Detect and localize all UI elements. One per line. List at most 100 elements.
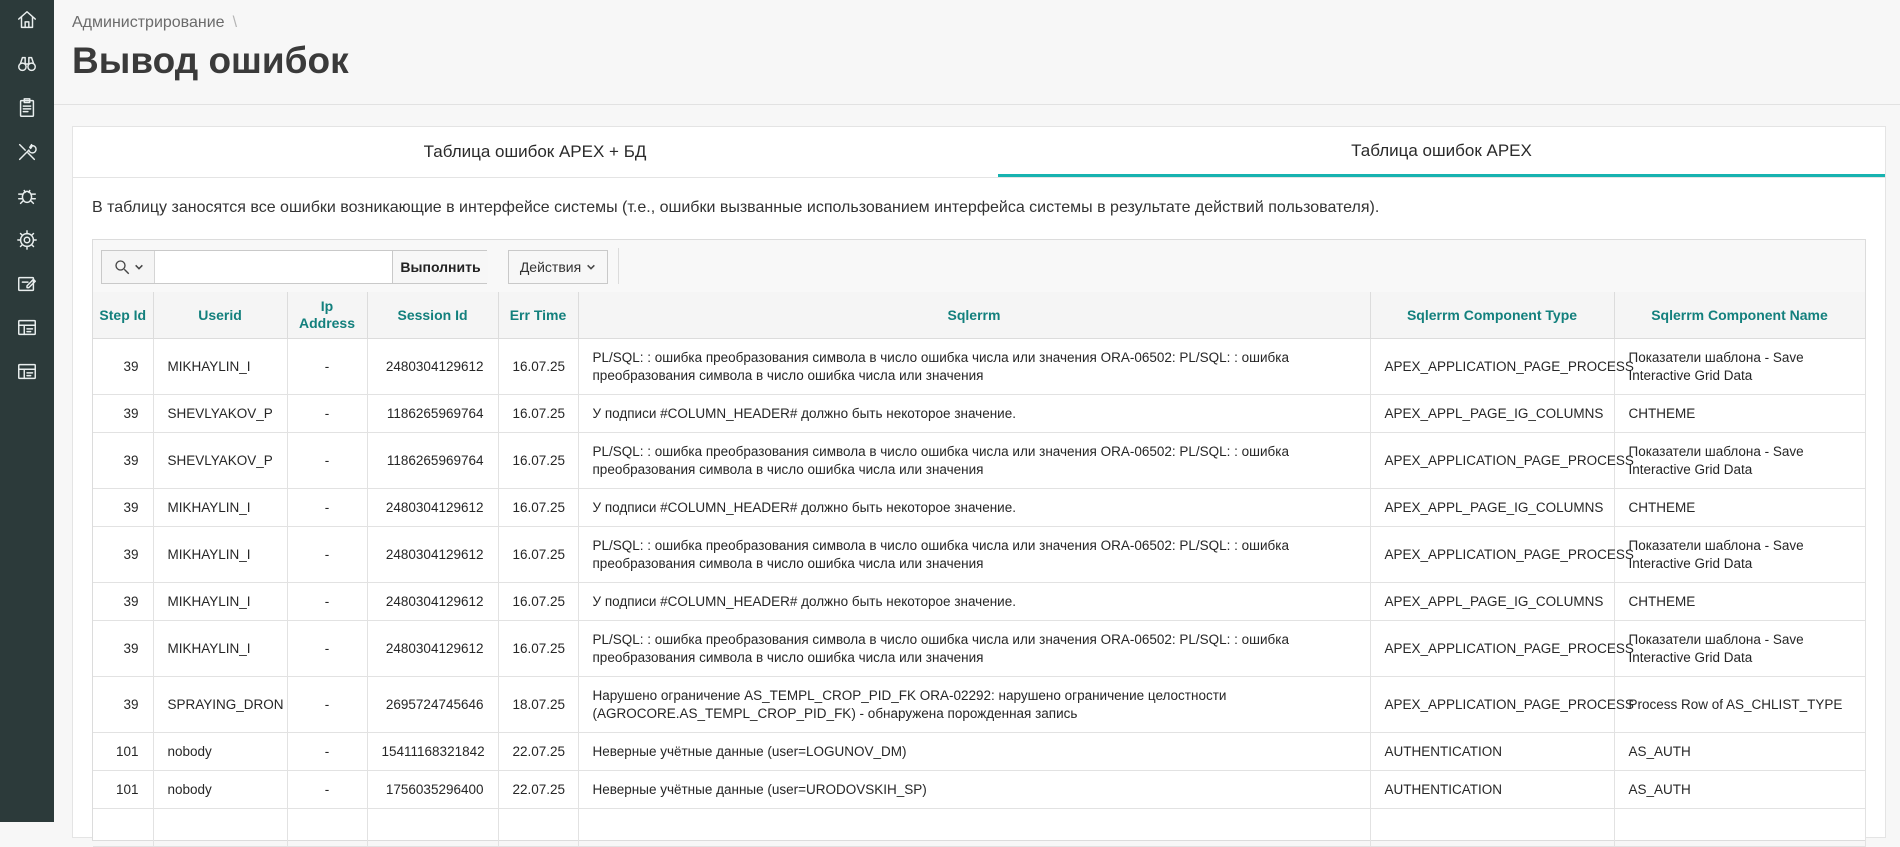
chevron-down-icon [587, 264, 596, 270]
search-input[interactable] [155, 251, 391, 283]
column-header-ip-address[interactable]: Ip Address [287, 292, 368, 339]
cell-sqlerrm: У подписи #COLUMN_HEADER# должно быть не… [578, 582, 1371, 621]
cell-sqlerrm: У подписи #COLUMN_HEADER# должно быть не… [578, 488, 1371, 527]
table-row: 39 SHEVLYAKOV_P - 1186265969764 16.07.25… [93, 394, 1866, 433]
table-row: 39 MIKHAYLIN_I - 2480304129612 16.07.25 … [93, 620, 1866, 677]
region-tabs: Таблица ошибок APEX + БД Таблица ошибок … [73, 127, 1885, 178]
column-header-userid[interactable]: Userid [153, 292, 288, 339]
actions-menu-button[interactable]: Действия [508, 250, 608, 284]
cell-ip-address: - [287, 488, 368, 527]
column-header-component-name[interactable]: Sqlerrm Component Name [1614, 292, 1866, 339]
cell-session-id [367, 808, 499, 847]
cell-err-time [498, 808, 579, 847]
nav-errors[interactable] [0, 174, 54, 218]
go-button[interactable]: Выполнить [392, 251, 488, 283]
tab-apex-db-errors[interactable]: Таблица ошибок APEX + БД [73, 127, 997, 177]
cell-ip-address: - [287, 526, 368, 583]
cell-userid: MIKHAYLIN_I [153, 526, 288, 583]
cell-component-type: AUTHENTICATION [1370, 770, 1615, 809]
column-header-sqlerrm[interactable]: Sqlerrm [578, 292, 1371, 339]
cell-sqlerrm: PL/SQL: : ошибка преобразования символа … [578, 432, 1371, 489]
tab-apex-errors[interactable]: Таблица ошибок APEX [998, 127, 1885, 177]
table-row: 101 nobody - 15411168321842 22.07.25 Нев… [93, 732, 1866, 771]
cell-component-name: Показатели шаблона - Save Interactive Gr… [1614, 526, 1866, 583]
cell-component-type: APEX_APPLICATION_PAGE_PROCESS [1370, 676, 1634, 733]
breadcrumb-separator: \ [232, 14, 238, 31]
table-row: 39 MIKHAYLIN_I - 2480304129612 16.07.25 … [93, 338, 1866, 395]
interactive-report: Выполнить Действия Step Id Userid Ip Add… [92, 239, 1866, 847]
bug-icon [18, 189, 36, 205]
column-header-step-id[interactable]: Step Id [93, 292, 154, 339]
cell-step-id: 39 [93, 432, 154, 489]
cell-sqlerrm: Неверные учётные данные (user=URODOVSKIH… [578, 770, 1371, 809]
cell-err-time: 16.07.25 [498, 620, 579, 677]
cell-err-time: 18.07.25 [498, 676, 579, 733]
cell-component-type: APEX_APPLICATION_PAGE_PROCESS [1370, 432, 1634, 489]
cell-component-type: APEX_APPLICATION_PAGE_PROCESS [1370, 338, 1634, 395]
cell-session-id: 2480304129612 [367, 582, 499, 621]
cell-sqlerrm [578, 808, 1371, 847]
cell-session-id: 1186265969764 [367, 432, 499, 489]
cell-sqlerrm: У подписи #COLUMN_HEADER# должно быть не… [578, 394, 1371, 433]
nav-forms[interactable] [0, 262, 54, 306]
nav-home[interactable] [0, 0, 54, 42]
cell-ip-address: - [287, 582, 368, 621]
table-row [93, 808, 1866, 847]
nav-tasks[interactable] [0, 86, 54, 130]
column-header-err-time[interactable]: Err Time [498, 292, 579, 339]
breadcrumb-item[interactable]: Администрирование [72, 14, 225, 31]
cell-err-time: 22.07.25 [498, 732, 579, 771]
cell-step-id [93, 808, 154, 847]
report-alt-icon [18, 363, 36, 380]
cell-err-time: 16.07.25 [498, 394, 579, 433]
cell-component-type: AUTHENTICATION [1370, 732, 1615, 771]
column-header-session-id[interactable]: Session Id [367, 292, 499, 339]
cell-userid: SPRAYING_DRON [153, 676, 288, 733]
nav-reports[interactable] [0, 306, 54, 350]
cell-session-id: 1756035296400 [367, 770, 499, 809]
nav-tools[interactable] [0, 130, 54, 174]
nav-monitoring[interactable] [0, 42, 54, 86]
table-row: 39 MIKHAYLIN_I - 2480304129612 16.07.25 … [93, 488, 1866, 527]
form-edit-icon [18, 276, 36, 292]
nav-reports-alt[interactable] [0, 350, 54, 394]
search-column-menu[interactable] [102, 251, 155, 283]
cell-userid: nobody [153, 732, 288, 771]
cell-sqlerrm: Неверные учётные данные (user=LOGUNOV_DM… [578, 732, 1371, 771]
gear-icon [17, 230, 37, 250]
cell-err-time: 16.07.25 [498, 338, 579, 395]
cell-ip-address [287, 808, 368, 847]
table-row: 101 nobody - 1756035296400 22.07.25 Неве… [93, 770, 1866, 809]
cell-step-id: 39 [93, 582, 154, 621]
cell-userid: nobody [153, 770, 288, 809]
table-row: 39 MIKHAYLIN_I - 2480304129612 16.07.25 … [93, 582, 1866, 621]
cell-err-time: 16.07.25 [498, 582, 579, 621]
page-header: Администрирование \ Вывод ошибок [54, 0, 1900, 105]
table-row: 39 SPRAYING_DRON - 2695724745646 18.07.2… [93, 676, 1866, 733]
cell-step-id: 101 [93, 732, 154, 771]
cell-step-id: 39 [93, 394, 154, 433]
cell-userid: MIKHAYLIN_I [153, 488, 288, 527]
cell-component-type: APEX_APPL_PAGE_IG_COLUMNS [1370, 394, 1615, 433]
cell-component-type: APEX_APPLICATION_PAGE_PROCESS [1370, 620, 1634, 677]
toolbar-divider [618, 248, 619, 284]
binoculars-icon [18, 56, 36, 72]
nav-settings[interactable] [0, 218, 54, 262]
cell-component-name: CHTHEME [1614, 394, 1866, 433]
breadcrumb: Администрирование \ [72, 14, 237, 32]
cell-session-id: 2695724745646 [367, 676, 499, 733]
report-toolbar: Выполнить Действия [93, 240, 1865, 293]
cell-userid: SHEVLYAKOV_P [153, 394, 288, 433]
cell-err-time: 22.07.25 [498, 770, 579, 809]
actions-label: Действия [519, 259, 582, 275]
search-icon [114, 260, 129, 275]
column-header-component-type[interactable]: Sqlerrm Component Type [1370, 292, 1615, 339]
cell-component-type: APEX_APPL_PAGE_IG_COLUMNS [1370, 582, 1615, 621]
region-description: В таблицу заносятся все ошибки возникающ… [92, 199, 1380, 216]
cell-component-type: APEX_APPLICATION_PAGE_PROCESS [1370, 526, 1634, 583]
cell-ip-address: - [287, 676, 368, 733]
table-header-row: Step Id Userid Ip Address Session Id Err… [93, 292, 1866, 339]
cell-userid: MIKHAYLIN_I [153, 338, 288, 395]
cell-step-id: 39 [93, 488, 154, 527]
errors-table: Step Id Userid Ip Address Session Id Err… [93, 292, 1866, 847]
